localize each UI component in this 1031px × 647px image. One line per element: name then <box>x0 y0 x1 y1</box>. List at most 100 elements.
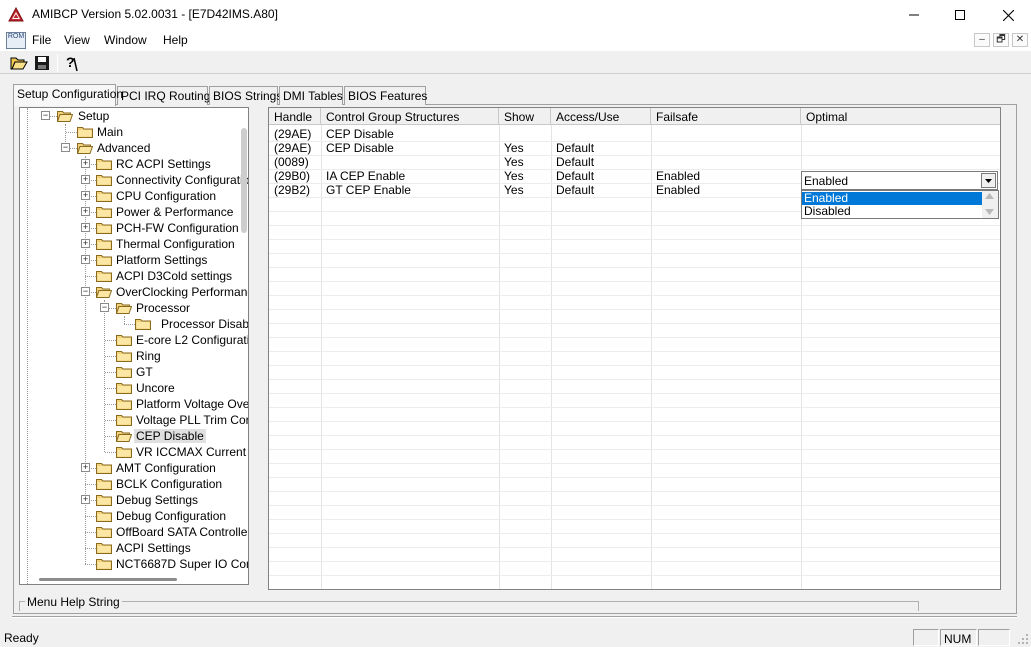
tree-node-processor-disab[interactable]: Processor Disab <box>20 316 248 332</box>
expand-icon[interactable]: + <box>81 191 90 200</box>
expand-icon[interactable]: + <box>81 255 90 264</box>
tree-node-setup[interactable]: − Setup <box>20 108 248 124</box>
tree-node-voltage-pll-trim-cor[interactable]: Voltage PLL Trim Cor <box>20 412 248 428</box>
tree-vertical-scrollbar[interactable] <box>241 128 247 233</box>
cell-access[interactable] <box>551 127 651 141</box>
menu-window[interactable]: Window <box>103 32 148 48</box>
expand-icon[interactable]: + <box>81 239 90 248</box>
cell-show[interactable]: Yes <box>499 155 551 169</box>
cell-failsafe[interactable]: Enabled <box>651 169 801 183</box>
tab-bios-features[interactable]: BIOS Features <box>344 86 427 105</box>
dropdown-option-disabled[interactable]: Disabled <box>802 205 983 218</box>
tree-node-uncore[interactable]: Uncore <box>20 380 248 396</box>
cell-show[interactable]: Yes <box>499 141 551 155</box>
tree-node-amt-configuration[interactable]: + AMT Configuration <box>20 460 248 476</box>
tree-node-rc-acpi-settings[interactable]: + RC ACPI Settings <box>20 156 248 172</box>
cell-handle[interactable]: (29AE) <box>269 141 321 155</box>
tree-node-acpi-settings[interactable]: ACPI Settings <box>20 540 248 556</box>
tree-node-e-core-l2-configuration[interactable]: E-core L2 Configuration <box>20 332 248 348</box>
dropdown-scrollbar[interactable] <box>982 191 998 218</box>
cell-control-group[interactable] <box>321 155 499 169</box>
cell-access[interactable]: Default <box>551 141 651 155</box>
expand-icon[interactable]: + <box>81 207 90 216</box>
tree-node-vr-iccmax-current-c[interactable]: VR ICCMAX Current C <box>20 444 248 460</box>
tree-node-connectivity-configuration[interactable]: + Connectivity Configuration <box>20 172 248 188</box>
cell-optimal[interactable] <box>801 127 1000 141</box>
mdi-minimize-button[interactable]: – <box>974 33 990 47</box>
cell-failsafe[interactable] <box>651 127 801 141</box>
table-row[interactable]: (29AE) CEP Disable Yes Default <box>269 141 1000 155</box>
mdi-restore-button[interactable]: 🗗 <box>993 33 1009 47</box>
cell-access[interactable]: Default <box>551 183 651 197</box>
tree-node-cep-disable[interactable]: CEP Disable <box>20 428 248 444</box>
cell-failsafe[interactable]: Enabled <box>651 183 801 197</box>
tree-node-ring[interactable]: Ring <box>20 348 248 364</box>
cell-access[interactable]: Default <box>551 169 651 183</box>
tree-node-main[interactable]: Main <box>20 124 248 140</box>
cell-show[interactable]: Yes <box>499 169 551 183</box>
close-button[interactable] <box>985 0 1031 30</box>
mdi-close-button[interactable]: ✕ <box>1012 33 1028 47</box>
optimal-combobox[interactable]: Enabled <box>801 171 998 190</box>
resize-grip-icon[interactable] <box>1018 634 1029 645</box>
cell-failsafe[interactable] <box>651 155 801 169</box>
collapse-icon[interactable]: − <box>100 303 109 312</box>
table-row[interactable]: (0089) Yes Default <box>269 155 1000 169</box>
cell-handle[interactable]: (29B2) <box>269 183 321 197</box>
maximize-button[interactable] <box>937 0 983 30</box>
collapse-icon[interactable]: − <box>81 287 90 296</box>
expand-icon[interactable]: + <box>81 463 90 472</box>
expand-icon[interactable]: + <box>81 159 90 168</box>
tree-node-thermal-configuration[interactable]: + Thermal Configuration <box>20 236 248 252</box>
cell-control-group[interactable]: CEP Disable <box>321 141 499 155</box>
tab-setup-configuration[interactable]: Setup Configuration <box>13 84 123 106</box>
tab-pci-irq-routing[interactable]: PCI IRQ Routing <box>117 86 210 105</box>
cell-handle[interactable]: (29AE) <box>269 127 321 141</box>
column-header-control-group[interactable]: Control Group Structures <box>321 108 499 125</box>
cell-optimal[interactable] <box>801 141 1000 155</box>
tree-horizontal-scrollbar[interactable] <box>39 578 177 581</box>
tree-node-pch-fw-configuration[interactable]: + PCH-FW Configuration <box>20 220 248 236</box>
column-header-handle[interactable]: Handle <box>269 108 321 125</box>
tab-bios-strings[interactable]: BIOS Strings <box>209 86 282 105</box>
save-button[interactable] <box>31 53 53 73</box>
cell-control-group[interactable]: GT CEP Enable <box>321 183 499 197</box>
tree-node-platform-settings[interactable]: + Platform Settings <box>20 252 248 268</box>
menu-help[interactable]: Help <box>162 32 189 48</box>
menu-view[interactable]: View <box>63 32 91 48</box>
collapse-icon[interactable]: − <box>61 143 70 152</box>
minimize-button[interactable] <box>891 0 937 30</box>
tree-node-platform-voltage-ove[interactable]: Platform Voltage Ove <box>20 396 248 412</box>
help-button[interactable]: ? <box>60 53 82 73</box>
cell-handle[interactable]: (29B0) <box>269 169 321 183</box>
tree-node-bclk-configuration[interactable]: BCLK Configuration <box>20 476 248 492</box>
column-header-access[interactable]: Access/Use <box>551 108 651 125</box>
tree-node-power-performance[interactable]: + Power & Performance <box>20 204 248 220</box>
column-header-failsafe[interactable]: Failsafe <box>651 108 801 125</box>
document-icon[interactable]: ROM <box>6 32 26 49</box>
tree-node-overclocking-performance[interactable]: − OverClocking Performance <box>20 284 248 300</box>
tree-node-processor[interactable]: − Processor <box>20 300 248 316</box>
tab-dmi-tables[interactable]: DMI Tables <box>279 86 343 105</box>
tree-node-cpu-configuration[interactable]: + CPU Configuration <box>20 188 248 204</box>
expand-icon[interactable]: + <box>81 495 90 504</box>
column-header-optimal[interactable]: Optimal <box>801 108 1000 125</box>
open-button[interactable] <box>8 53 30 73</box>
table-row[interactable]: (29AE) CEP Disable <box>269 127 1000 141</box>
cell-optimal[interactable] <box>801 155 1000 169</box>
cell-control-group[interactable]: CEP Disable <box>321 127 499 141</box>
cell-control-group[interactable]: IA CEP Enable <box>321 169 499 183</box>
cell-show[interactable]: Yes <box>499 183 551 197</box>
cell-failsafe[interactable] <box>651 141 801 155</box>
tree-node-debug-settings[interactable]: + Debug Settings <box>20 492 248 508</box>
cell-access[interactable]: Default <box>551 155 651 169</box>
tree-node-offboard-sata-controller[interactable]: OffBoard SATA Controller <box>20 524 248 540</box>
tree-node-advanced[interactable]: − Advanced <box>20 140 248 156</box>
tree-node-nct6687d-super-io-con[interactable]: NCT6687D Super IO Con <box>20 556 248 572</box>
cell-show[interactable] <box>499 127 551 141</box>
combo-dropdown-button[interactable] <box>981 173 996 188</box>
collapse-icon[interactable]: − <box>41 111 50 120</box>
tree-node-debug-configuration[interactable]: Debug Configuration <box>20 508 248 524</box>
cell-handle[interactable]: (0089) <box>269 155 321 169</box>
tree-node-gt[interactable]: GT <box>20 364 248 380</box>
